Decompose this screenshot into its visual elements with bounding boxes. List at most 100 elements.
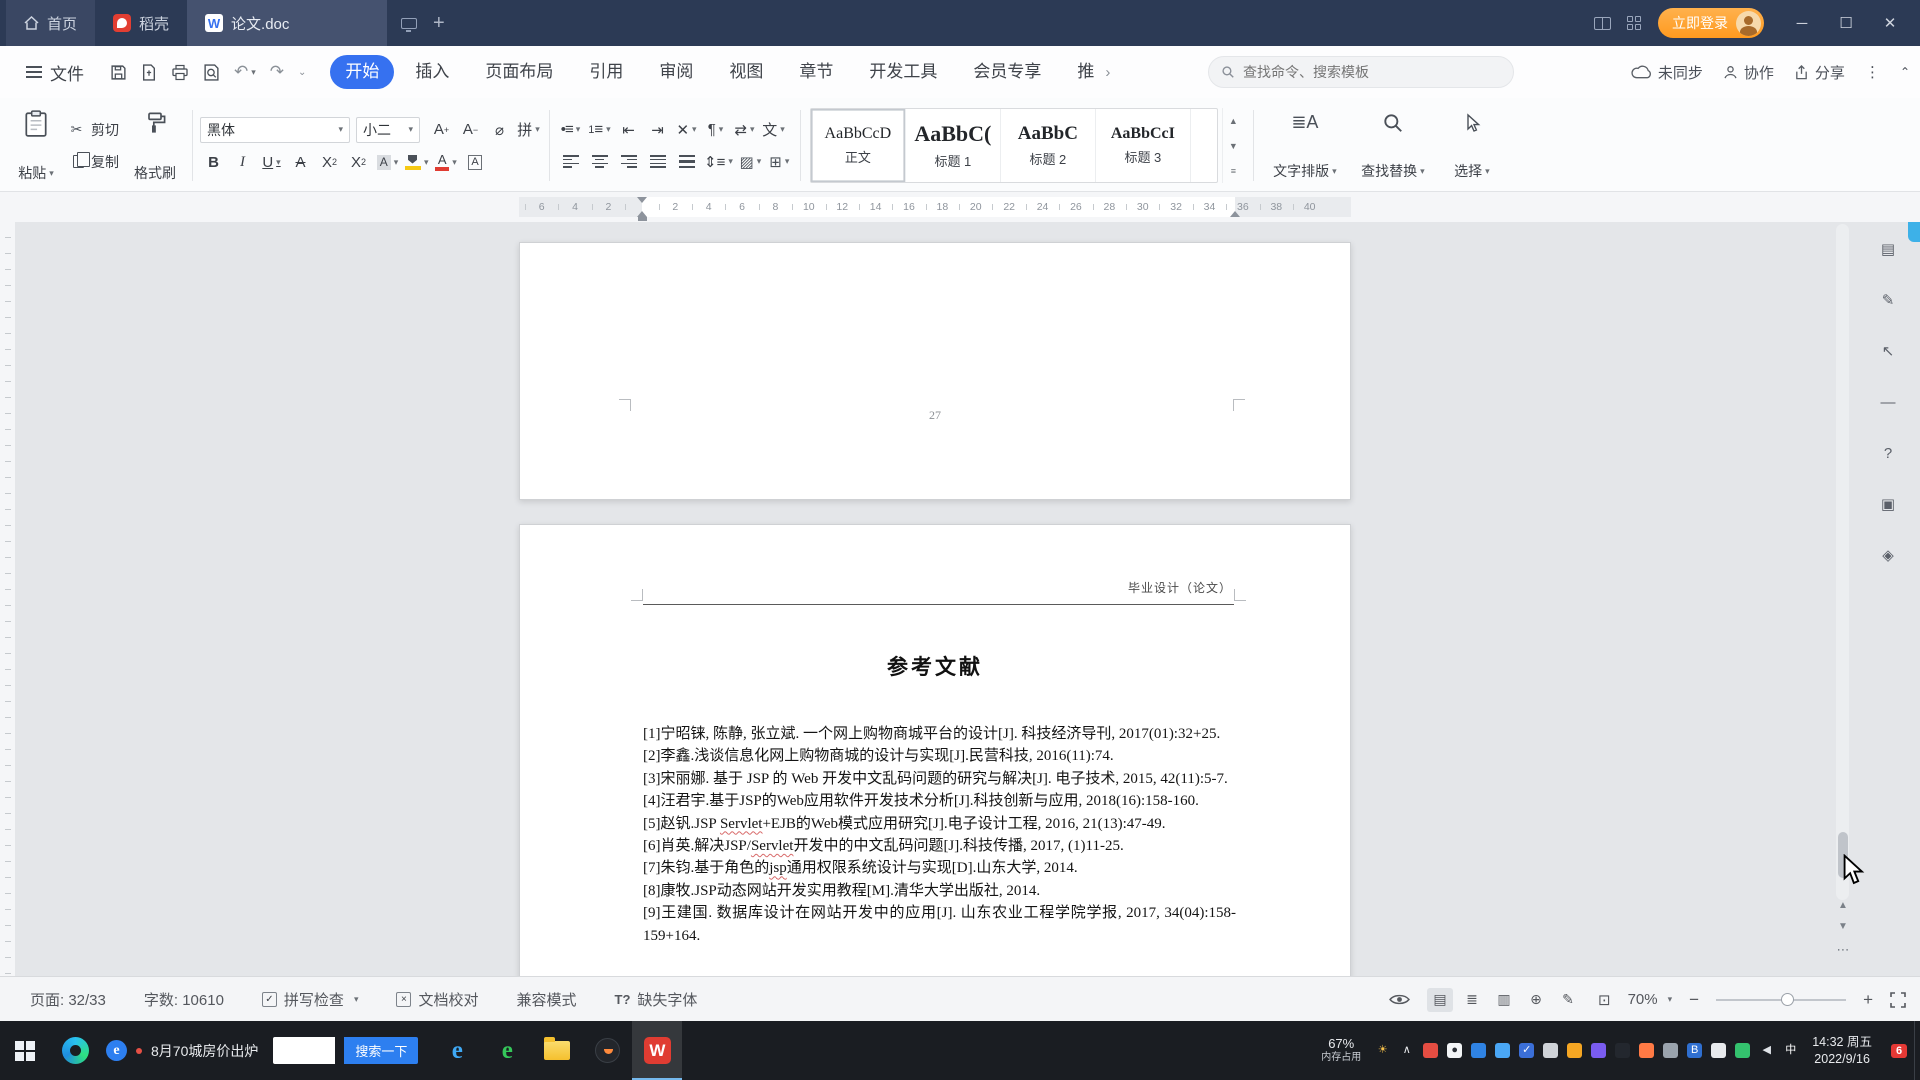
styles-more-icon[interactable]: ≡ xyxy=(1223,158,1244,183)
more-options-icon[interactable]: ⋮ xyxy=(1865,63,1880,81)
next-page-button[interactable]: ▼ xyxy=(1838,921,1848,932)
tray-icon[interactable] xyxy=(1615,1043,1630,1058)
tray-icon[interactable] xyxy=(1663,1043,1678,1058)
horizontal-ruler[interactable]: 642246810121416182022242628303234363840 xyxy=(0,192,1920,222)
reference-entry[interactable]: [5]赵钒.JSP Servlet+EJB的Web模式应用研究[J].电子设计工… xyxy=(643,813,1236,835)
align-left-button[interactable] xyxy=(557,149,584,174)
justify-button[interactable] xyxy=(644,149,671,174)
ribbon-tab[interactable]: 审阅 xyxy=(644,55,708,89)
decrease-indent-button[interactable]: ⇤ xyxy=(615,117,642,142)
italic-button[interactable]: I xyxy=(229,150,256,175)
tray-icon[interactable]: 中 xyxy=(1783,1043,1798,1058)
export-pdf-button[interactable] xyxy=(141,64,157,81)
underline-button[interactable]: U▾ xyxy=(258,150,285,175)
document-canvas[interactable]: 27 毕业设计（论文） 参考文献 [1]宁昭铼, 陈静, 张立斌. 一个网上购物… xyxy=(0,222,1920,976)
numbering-button[interactable]: 1≡▾ xyxy=(586,117,613,142)
outline-view-icon[interactable]: ≣ xyxy=(1459,988,1485,1012)
tray-icon[interactable] xyxy=(1543,1043,1558,1058)
references-heading[interactable]: 参考文献 xyxy=(520,651,1350,681)
ribbon-tab[interactable]: 会员专享 xyxy=(958,55,1056,89)
task-pane-indicator[interactable] xyxy=(1908,222,1920,242)
tray-icon[interactable] xyxy=(1639,1043,1654,1058)
strikethrough-button[interactable]: A xyxy=(287,150,314,175)
left-indent-marker[interactable] xyxy=(638,217,647,221)
maximize-button[interactable]: ☐ xyxy=(1824,0,1868,46)
web-view-icon[interactable]: ⊕ xyxy=(1523,988,1549,1012)
document-page-previous[interactable]: 27 xyxy=(519,242,1351,500)
reference-entry[interactable]: [4]汪君宇.基于JSP的Web应用软件开发技术分析[J].科技创新与应用, 2… xyxy=(643,790,1236,812)
paragraph-mark-button[interactable]: ¶▾ xyxy=(702,117,729,142)
paste-button[interactable]: 粘贴▾ xyxy=(10,102,62,189)
tray-icon[interactable] xyxy=(1567,1043,1582,1058)
format-painter-button[interactable]: 格式刷 xyxy=(125,102,185,189)
tray-icon[interactable] xyxy=(1495,1043,1510,1058)
reference-entry[interactable]: [1]宁昭铼, 陈静, 张立斌. 一个网上购物商城平台的设计[J]. 科技经济导… xyxy=(643,723,1236,745)
font-color-button[interactable]: A▾ xyxy=(433,150,460,175)
copy-button[interactable]: 复制 xyxy=(68,152,119,172)
bullets-button[interactable]: •≡▾ xyxy=(557,117,584,142)
zoom-slider-knob[interactable] xyxy=(1781,993,1794,1006)
undo-button[interactable]: ↶▾ xyxy=(234,62,256,82)
compatibility-mode-badge[interactable]: 兼容模式 xyxy=(516,989,576,1010)
news-headline[interactable]: 8月70城房价出炉 xyxy=(151,1041,258,1061)
notification-center-icon[interactable]: 6 xyxy=(1884,1021,1914,1080)
redo-button[interactable]: ↷ xyxy=(270,62,284,82)
missing-font-button[interactable]: T? 缺失字体 xyxy=(615,989,698,1010)
subscript-button[interactable]: X2 xyxy=(345,150,372,175)
side-tool-icon[interactable]: ▣ xyxy=(1875,491,1901,517)
clear-format-button[interactable]: ⌀ xyxy=(486,117,513,142)
zoom-in-button[interactable]: + xyxy=(1863,990,1873,1010)
ribbon-tab[interactable]: 推 xyxy=(1062,55,1109,89)
bold-button[interactable]: B xyxy=(200,150,227,175)
dark-app-taskbar-icon[interactable] xyxy=(582,1021,632,1080)
home-tab[interactable]: 首页 xyxy=(6,0,95,46)
spellcheck-toggle[interactable]: ✓ 拼写检查▾ xyxy=(262,989,359,1010)
reference-entry[interactable]: [6]肖英.解决JSP/Servlet开发中的中文乱码问题[J].科技传播, 2… xyxy=(643,835,1236,857)
line-spacing-button[interactable]: ⇕≡▾ xyxy=(702,149,735,174)
highlight-button[interactable]: ▾ xyxy=(403,150,431,175)
ribbon-tab[interactable]: 视图 xyxy=(714,55,778,89)
file-explorer-taskbar-icon[interactable] xyxy=(532,1021,582,1080)
hanging-indent-marker[interactable] xyxy=(637,206,647,217)
vertical-ruler[interactable] xyxy=(0,222,16,976)
side-tool-icon[interactable]: ▤ xyxy=(1875,236,1901,262)
distribute-button[interactable] xyxy=(673,149,700,174)
taskbar-clock[interactable]: 14:32 周五 2022/9/16 xyxy=(1812,1034,1872,1067)
style-preset[interactable]: AaBbCcD 正文 xyxy=(811,109,906,182)
ribbon-tab[interactable]: 插入 xyxy=(400,55,464,89)
collaborate-button[interactable]: 协作 xyxy=(1723,62,1774,83)
page-indicator[interactable]: 页面: 32/33 xyxy=(30,989,106,1010)
edit-mode-icon[interactable]: ✎ xyxy=(1555,988,1581,1012)
save-button[interactable] xyxy=(110,64,127,81)
tray-icon[interactable]: B xyxy=(1687,1043,1702,1058)
wps-taskbar-icon[interactable]: W xyxy=(632,1021,682,1080)
previous-page-button[interactable]: ▲ xyxy=(1838,900,1848,911)
side-tool-icon[interactable]: ↖ xyxy=(1875,338,1901,364)
zoom-out-button[interactable]: − xyxy=(1689,990,1699,1010)
side-tool-icon[interactable]: ◈ xyxy=(1875,542,1901,568)
select-button[interactable]: 选择▾ xyxy=(1437,102,1507,189)
split-view-icon[interactable] xyxy=(1594,17,1611,30)
style-preset[interactable]: AaBbC( 标题 1 xyxy=(906,109,1001,182)
font-name-select[interactable]: 黑体▾ xyxy=(200,117,350,143)
vertical-scrollbar[interactable] xyxy=(1836,224,1849,900)
decrease-font-button[interactable]: A− xyxy=(457,117,484,142)
char-spacing-button[interactable]: 文▾ xyxy=(760,117,787,142)
increase-indent-button[interactable]: ⇥ xyxy=(644,117,671,142)
zoom-slider[interactable] xyxy=(1716,999,1846,1001)
share-button[interactable]: 分享 xyxy=(1794,62,1845,83)
tray-icon[interactable] xyxy=(1591,1043,1606,1058)
document-page-current[interactable]: 毕业设计（论文） 参考文献 [1]宁昭铼, 陈静, 张立斌. 一个网上购物商城平… xyxy=(519,524,1351,976)
increase-font-button[interactable]: A+ xyxy=(428,117,455,142)
taskbar-search-input[interactable] xyxy=(273,1037,335,1064)
layout-grid-icon[interactable] xyxy=(1627,16,1642,31)
find-replace-button[interactable]: 查找替换▾ xyxy=(1349,102,1437,189)
memory-monitor[interactable]: 67% 内存占用 xyxy=(1321,1037,1361,1063)
asian-layout-button[interactable]: ✕▾ xyxy=(673,117,700,142)
align-center-button[interactable] xyxy=(586,149,613,174)
read-mode-icon[interactable]: ▥ xyxy=(1491,988,1517,1012)
start-button[interactable] xyxy=(0,1021,50,1080)
taskbar-search-button[interactable]: 搜索一下 xyxy=(344,1037,418,1064)
right-indent-marker[interactable] xyxy=(1230,206,1240,217)
new-tab-button[interactable]: + xyxy=(433,12,445,35)
